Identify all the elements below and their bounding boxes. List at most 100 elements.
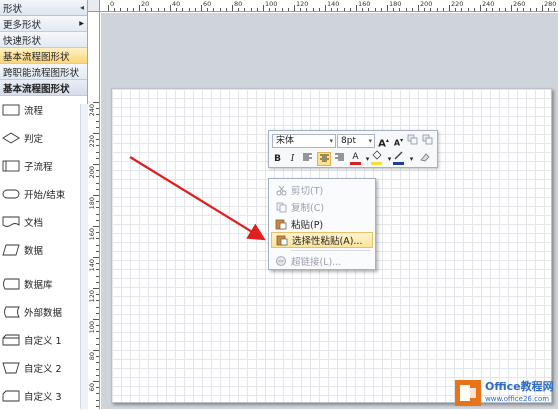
shape-label: 数据 <box>24 246 44 257</box>
font-size-value: 8pt <box>341 136 356 146</box>
font-size-combo[interactable]: 8pt ▾ <box>337 134 375 148</box>
align-center-button[interactable] <box>317 152 331 166</box>
ruler-tick <box>93 288 99 289</box>
pin-icon[interactable]: ◂ <box>80 3 84 12</box>
ruler-tick <box>343 8 345 11</box>
ruler-tick <box>300 8 302 11</box>
shape-item-data[interactable]: 数据 <box>0 236 87 264</box>
shape-item-terminator[interactable]: 开始/结束 <box>0 180 87 208</box>
ruler-tick <box>145 8 147 11</box>
ruler-tick <box>393 8 395 11</box>
ruler-tick <box>96 356 99 358</box>
italic-icon: I <box>290 154 295 164</box>
ruler-tick <box>163 8 165 11</box>
ruler-tick <box>318 8 320 11</box>
shape-item-document[interactable]: 文档 <box>0 208 87 236</box>
format-painter-button[interactable] <box>407 134 418 148</box>
ruler-label: 160 <box>358 0 371 8</box>
chevron-down-icon[interactable]: ▾ <box>406 152 417 166</box>
subprocess-shape-icon <box>2 160 20 172</box>
ruler-tick <box>436 8 438 11</box>
font-color-button[interactable]: A <box>350 150 361 165</box>
cross-functional-label: 跨职能流程图形状 <box>3 67 80 79</box>
ruler-label: 80 <box>234 0 243 8</box>
grow-font-button[interactable]: A▴ <box>378 134 389 149</box>
ruler-tick <box>96 263 99 265</box>
align-left-button[interactable] <box>302 152 313 166</box>
ruler-label: 100 <box>265 0 278 8</box>
line-color-button[interactable] <box>393 150 404 165</box>
ruler-label: 60 <box>203 0 212 8</box>
ruler-tick <box>96 120 99 122</box>
custom3-shape-icon <box>2 390 20 402</box>
ruler-tick <box>96 312 99 314</box>
menu-item-label: 超链接(L)... <box>291 257 342 268</box>
font-color-icon: A <box>352 152 359 162</box>
align-right-button[interactable] <box>334 152 345 166</box>
more-shapes-button[interactable]: 更多形状 ▸ <box>0 16 87 32</box>
shape-label: 自定义 1 <box>24 336 62 347</box>
font-name-value: 宋体 <box>276 136 295 146</box>
menu-item-paste[interactable]: 粘贴(P) <box>271 216 373 232</box>
ruler-tick <box>96 182 99 184</box>
ruler-tick <box>473 8 475 11</box>
shape-item-process[interactable]: 流程 <box>0 96 87 124</box>
ruler-tick <box>542 5 543 11</box>
paste-format-button[interactable] <box>422 134 433 148</box>
horizontal-ruler[interactable]: 0 20 40 60 80 100 120 140 160 180 200 220 240 260 280 <box>100 0 558 12</box>
ruler-tick <box>232 5 233 11</box>
italic-button[interactable]: I <box>287 152 298 166</box>
ruler-corner[interactable] <box>88 0 100 12</box>
ruler-tick <box>399 8 401 11</box>
shapes-panel-header: 形状 ◂ <box>0 0 87 16</box>
align-center-icon <box>319 154 329 162</box>
shape-item-external-data[interactable]: 外部数据 <box>0 298 87 326</box>
ruler-tick <box>96 219 99 221</box>
watermark: Office教程网 www.office26.com <box>454 376 558 409</box>
menu-separator <box>291 250 371 251</box>
quick-shapes-tab[interactable]: 快速形状 <box>0 32 87 48</box>
ruler-tick <box>349 8 351 11</box>
office-logo <box>454 379 482 407</box>
shape-item-custom-1[interactable]: 自定义 1 <box>0 326 87 354</box>
ruler-tick <box>219 8 221 11</box>
shape-item-decision[interactable]: 判定 <box>0 124 87 152</box>
vertical-ruler[interactable]: 240 220 200 180 160 140 120 100 80 60 <box>88 12 100 409</box>
shape-item-subprocess[interactable]: 子流程 <box>0 152 87 180</box>
terminator-shape-icon <box>2 189 20 199</box>
line-color-bar <box>393 162 404 165</box>
ruler-tick <box>93 164 99 165</box>
copy-format-icon <box>407 134 418 145</box>
ruler-tick <box>467 8 469 11</box>
more-shapes-label: 更多形状 <box>3 19 42 31</box>
shape-item-custom-3[interactable]: 自定义 3 <box>0 382 87 410</box>
ruler-tick <box>287 8 289 11</box>
shape-item-database[interactable]: 数据库 <box>0 270 87 298</box>
eraser-button[interactable] <box>419 152 430 166</box>
ruler-tick <box>368 8 370 11</box>
ruler-tick <box>498 8 500 11</box>
ruler-tick <box>96 405 99 407</box>
ruler-tick <box>207 8 209 11</box>
shape-label: 流程 <box>24 106 44 117</box>
custom2-shape-icon <box>2 362 20 374</box>
ruler-label: 160 <box>88 228 96 241</box>
cross-functional-tab[interactable]: 跨职能流程图形状 <box>0 64 87 80</box>
bold-button[interactable]: B <box>272 152 283 166</box>
menu-item-cut[interactable]: 剪切(T) <box>271 182 373 198</box>
ruler-tick <box>554 8 556 11</box>
ruler-tick <box>96 238 99 240</box>
menu-item-copy[interactable]: 复制(C) <box>271 199 373 215</box>
shapes-panel-scrollbar[interactable] <box>80 104 88 409</box>
ruler-tick <box>93 195 99 196</box>
menu-item-hyperlink[interactable]: 超链接(L)... <box>271 253 373 269</box>
shape-item-custom-2[interactable]: 自定义 2 <box>0 354 87 382</box>
menu-item-paste-special[interactable]: 选择性粘贴(A)... <box>271 232 373 248</box>
ruler-label: 140 <box>88 259 96 272</box>
font-name-combo[interactable]: 宋体 ▾ <box>272 134 336 148</box>
fill-color-button[interactable] <box>371 150 382 165</box>
fill-color-bar <box>371 162 382 165</box>
basic-flowchart-tab[interactable]: 基本流程图形状 <box>0 48 87 64</box>
ruler-tick <box>312 8 314 11</box>
shrink-font-button[interactable]: A▾ <box>393 134 404 148</box>
